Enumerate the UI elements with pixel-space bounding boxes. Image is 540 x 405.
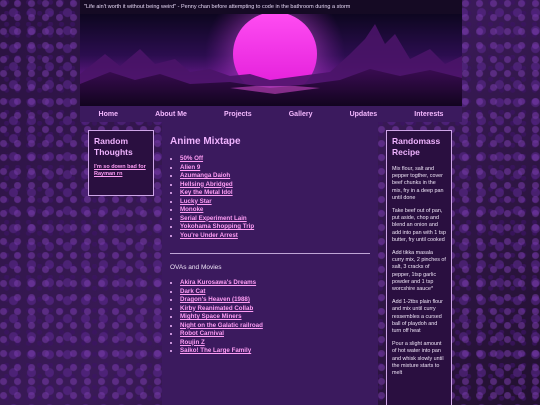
ova-link[interactable]: Robot Carnival bbox=[180, 330, 224, 337]
ova-link[interactable]: Kirby Reanimated Collab bbox=[180, 305, 253, 312]
nav-updates[interactable]: Updates bbox=[350, 111, 378, 118]
list-item: Roujin Z bbox=[180, 339, 370, 348]
nav-projects[interactable]: Projects bbox=[224, 111, 252, 118]
random-thoughts-title: Random Thoughts bbox=[94, 136, 133, 157]
list-item: Saiko! The Large Family bbox=[180, 347, 370, 356]
ova-link[interactable]: Dark Cat bbox=[180, 288, 205, 295]
ova-link[interactable]: Akira Kurosawa's Dreams bbox=[180, 279, 256, 286]
list-item: Dragon's Heaven (1988) bbox=[180, 296, 370, 305]
recipe-step: Take beef out of pan, put aside, chop an… bbox=[392, 208, 446, 243]
anime-list: 50% Off Alien 9 Azumanga Daioh Hellsing … bbox=[170, 155, 370, 240]
anime-link[interactable]: Serial Experiment Lain bbox=[180, 215, 247, 222]
ova-link[interactable]: Roujin Z bbox=[180, 339, 205, 346]
anime-link[interactable]: 50% Off bbox=[180, 155, 203, 162]
banner-image bbox=[80, 14, 462, 106]
ova-link[interactable]: Mighty Space Miners bbox=[180, 313, 242, 320]
list-item: Robot Carnival bbox=[180, 330, 370, 339]
anime-link[interactable]: Monoke bbox=[180, 206, 203, 213]
list-item: Mighty Space Miners bbox=[180, 313, 370, 322]
nav-home[interactable]: Home bbox=[99, 111, 118, 118]
list-item: 50% Off bbox=[180, 155, 370, 164]
list-item: Yokohama Shopping Trip bbox=[180, 223, 370, 232]
recipe-title: Randomass Recipe bbox=[392, 136, 441, 157]
list-item: Serial Experiment Lain bbox=[180, 215, 370, 224]
list-item: Hellsing Abridged bbox=[180, 181, 370, 190]
section-divider bbox=[170, 253, 370, 254]
list-item: Monoke bbox=[180, 206, 370, 215]
random-thoughts-box: Random Thoughts I'm so down bad for Raym… bbox=[88, 130, 154, 196]
page-container: "Life ain't worth it without being weird… bbox=[80, 0, 462, 405]
main-content: Anime Mixtape 50% Off Alien 9 Azumanga D… bbox=[162, 122, 378, 405]
anime-link[interactable]: Alien 9 bbox=[180, 164, 200, 171]
list-item: Alien 9 bbox=[180, 164, 370, 173]
main-nav: Home About Me Projects Gallery Updates I… bbox=[80, 106, 462, 122]
recipe-step: Add tikka masala curry mix, 2 pinches of… bbox=[392, 250, 446, 293]
anime-link[interactable]: You're Under Arrest bbox=[180, 232, 238, 239]
ova-list: Akira Kurosawa's Dreams Dark Cat Dragon'… bbox=[170, 279, 370, 356]
anime-link[interactable]: Lucky Star bbox=[180, 198, 212, 205]
anime-link[interactable]: Key the Metal Idol bbox=[180, 189, 233, 196]
ova-heading: OVAs and Movies bbox=[170, 264, 222, 271]
list-item: Kirby Reanimated Collab bbox=[180, 305, 370, 314]
recipe-box: Randomass Recipe Mix flour, salt and pep… bbox=[386, 130, 452, 405]
list-item: Akira Kurosawa's Dreams bbox=[180, 279, 370, 288]
list-item: Key the Metal Idol bbox=[180, 189, 370, 198]
synthwave-sun-illustration bbox=[80, 14, 462, 106]
list-item: You're Under Arrest bbox=[180, 232, 370, 241]
ova-link[interactable]: Night on the Galatic railroad bbox=[180, 322, 263, 329]
anime-link[interactable]: Hellsing Abridged bbox=[180, 181, 233, 188]
list-item: Night on the Galatic railroad bbox=[180, 322, 370, 331]
list-item: Lucky Star bbox=[180, 198, 370, 207]
list-item: Azumanga Daioh bbox=[180, 172, 370, 181]
anime-link[interactable]: Azumanga Daioh bbox=[180, 172, 230, 179]
ova-link[interactable]: Dragon's Heaven (1988) bbox=[180, 296, 250, 303]
anime-link[interactable]: Yokohama Shopping Trip bbox=[180, 223, 254, 230]
nav-interests[interactable]: Interests bbox=[414, 111, 443, 118]
recipe-step: Mix flour, salt and pepper togther, cove… bbox=[392, 166, 444, 201]
random-thought-link[interactable]: I'm so down bad for Rayman rn bbox=[94, 164, 148, 178]
header-quote: "Life ain't worth it without being weird… bbox=[80, 0, 462, 14]
nav-about-me[interactable]: About Me bbox=[155, 111, 187, 118]
recipe-step: Pour a slight amount of hot water into p… bbox=[392, 341, 444, 377]
nav-gallery[interactable]: Gallery bbox=[289, 111, 313, 118]
ova-link[interactable]: Saiko! The Large Family bbox=[180, 347, 251, 354]
list-item: Dark Cat bbox=[180, 288, 370, 297]
page-title: Anime Mixtape bbox=[170, 136, 241, 147]
recipe-step: Add 1-2tbs plain flour and mix until cur… bbox=[392, 299, 443, 335]
